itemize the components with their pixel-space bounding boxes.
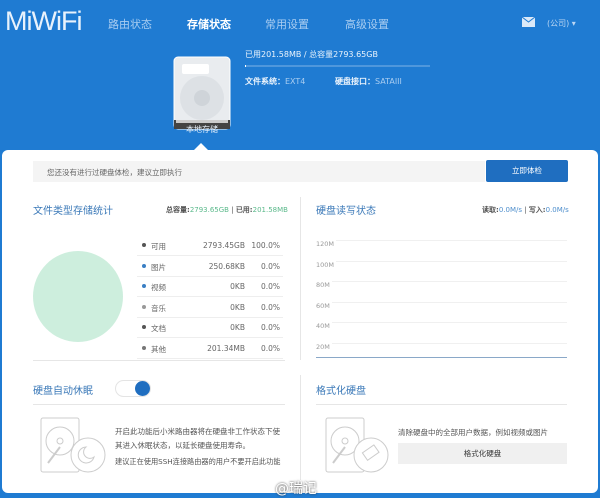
- file-type-percent: 100.0%: [251, 241, 280, 250]
- fs-label: 文件系统：: [245, 77, 285, 86]
- iface-label: 硬盘接口：: [335, 77, 375, 86]
- file-type-name: 视频: [151, 283, 166, 293]
- file-type-percent: 0.0%: [260, 344, 280, 353]
- file-type-percent: 0.0%: [260, 302, 280, 312]
- file-type-row: 其他 201.34MB 0.0%: [137, 338, 283, 359]
- y-tick-label: 80M: [316, 281, 332, 290]
- file-type-size: 0KB: [230, 282, 245, 292]
- nav-common-settings[interactable]: 常用设置: [265, 16, 309, 32]
- disk-usage-fill: [245, 65, 246, 67]
- file-type-size: 0KB: [230, 323, 245, 333]
- mail-icon[interactable]: [522, 17, 535, 27]
- chart-gridline: 60M: [316, 301, 567, 310]
- file-type-name: 音乐: [151, 303, 166, 313]
- miwifi-logo: MiWiFi: [5, 6, 82, 36]
- chart-gridline: 120M: [316, 240, 567, 248]
- file-type-row: 文档 0KB 0.0%: [137, 317, 283, 339]
- y-tick-label: 60M: [316, 301, 332, 310]
- watermark: @瑞记: [275, 481, 317, 497]
- y-tick-label: 120M: [316, 240, 337, 248]
- health-check-notice: 您还没有进行过硬盘体检，建议立即执行: [33, 161, 485, 182]
- format-disk-button[interactable]: 格式化硬盘: [398, 443, 567, 464]
- file-type-row: 视频 0KB 0.0%: [137, 276, 283, 298]
- auto-sleep-toggle[interactable]: [115, 380, 151, 397]
- y-tick-label: 40M: [316, 322, 332, 331]
- auto-sleep-desc: 开启此功能后小米路由器将在硬盘非工作状态下使其进入休眠状态，以延长硬盘使用寿命。: [115, 427, 280, 450]
- toggle-knob: [135, 381, 150, 396]
- vertical-divider: [300, 197, 301, 360]
- file-type-row: 音乐 0KB 0.0%: [137, 297, 283, 318]
- format-disk-desc: 清除硬盘中的全部用户数据，例如视频或图片: [398, 428, 548, 437]
- file-type-percent: 0.0%: [260, 282, 280, 292]
- legend-dot: [142, 304, 146, 309]
- divider: [33, 360, 285, 361]
- fs-value: EXT4: [285, 77, 306, 86]
- divider: [316, 404, 567, 405]
- file-type-size: 250.68KB: [208, 261, 245, 271]
- file-type-pie-chart: [33, 251, 123, 342]
- disk-erase-icon: [325, 417, 389, 473]
- auto-sleep-ssh-note: 建议正在使用SSH连接路由器的用户不要开启此功能: [115, 457, 281, 466]
- y-tick-label: 20M: [316, 343, 332, 351]
- file-type-name: 可用: [151, 242, 166, 251]
- iface-value: SATAIII: [375, 77, 402, 86]
- chart-gridline: 20M: [316, 343, 567, 351]
- chevron-down-icon: ▾: [571, 19, 576, 28]
- nav-advanced-settings[interactable]: 高级设置: [345, 16, 389, 32]
- legend-dot: [142, 346, 146, 350]
- rw-status-title: 硬盘读写状态: [316, 206, 376, 217]
- disk-usage-bar: [245, 65, 430, 67]
- user-menu[interactable]: (公司) ▾: [547, 18, 576, 29]
- legend-dot: [142, 325, 146, 330]
- disk-usage-text: 已用201.58MB / 总容量2793.65GB: [245, 50, 378, 59]
- chart-gridline: 100M: [316, 260, 567, 269]
- user-name: (公司): [547, 19, 570, 28]
- format-disk-title: 格式化硬盘: [316, 386, 366, 397]
- file-type-percent: 0.0%: [260, 323, 280, 333]
- legend-dot: [142, 284, 146, 289]
- file-type-size: 2793.45GB: [203, 241, 245, 250]
- file-stats-title: 文件类型存储统计: [33, 206, 113, 217]
- file-type-name: 文档: [151, 324, 166, 334]
- file-type-name: 图片: [151, 262, 166, 272]
- chart-baseline: [316, 357, 567, 358]
- hard-disk-icon: [173, 56, 231, 130]
- chart-gridline: 80M: [316, 281, 567, 290]
- vertical-divider: [300, 375, 301, 480]
- nav-router-status[interactable]: 路由状态: [108, 16, 152, 32]
- file-type-size: 0KB: [230, 302, 245, 312]
- divider: [33, 404, 285, 405]
- chart-gridline: 40M: [316, 322, 567, 331]
- legend-dot: [142, 243, 146, 247]
- nav-storage-status[interactable]: 存储状态: [187, 16, 231, 32]
- y-tick-label: 100M: [316, 260, 337, 269]
- file-type-percent: 0.0%: [260, 261, 280, 271]
- file-type-name: 其他: [151, 345, 166, 354]
- rw-speed: 读取:0.0M/s | 写入:0.0M/s: [482, 206, 569, 214]
- file-type-row: 可用 2793.45GB 100.0%: [137, 235, 283, 256]
- check-now-button[interactable]: 立即体检: [486, 160, 568, 182]
- disk-sleep-icon: [40, 417, 106, 473]
- legend-dot: [142, 263, 146, 268]
- file-type-size: 201.34MB: [207, 344, 245, 353]
- file-type-row: 图片 250.68KB 0.0%: [137, 256, 283, 277]
- file-stats-summary: 总容量:2793.65GB | 已用:201.58MB: [166, 206, 288, 214]
- auto-sleep-title: 硬盘自动休眠: [33, 386, 93, 397]
- disk-label: 本地存储: [186, 125, 218, 134]
